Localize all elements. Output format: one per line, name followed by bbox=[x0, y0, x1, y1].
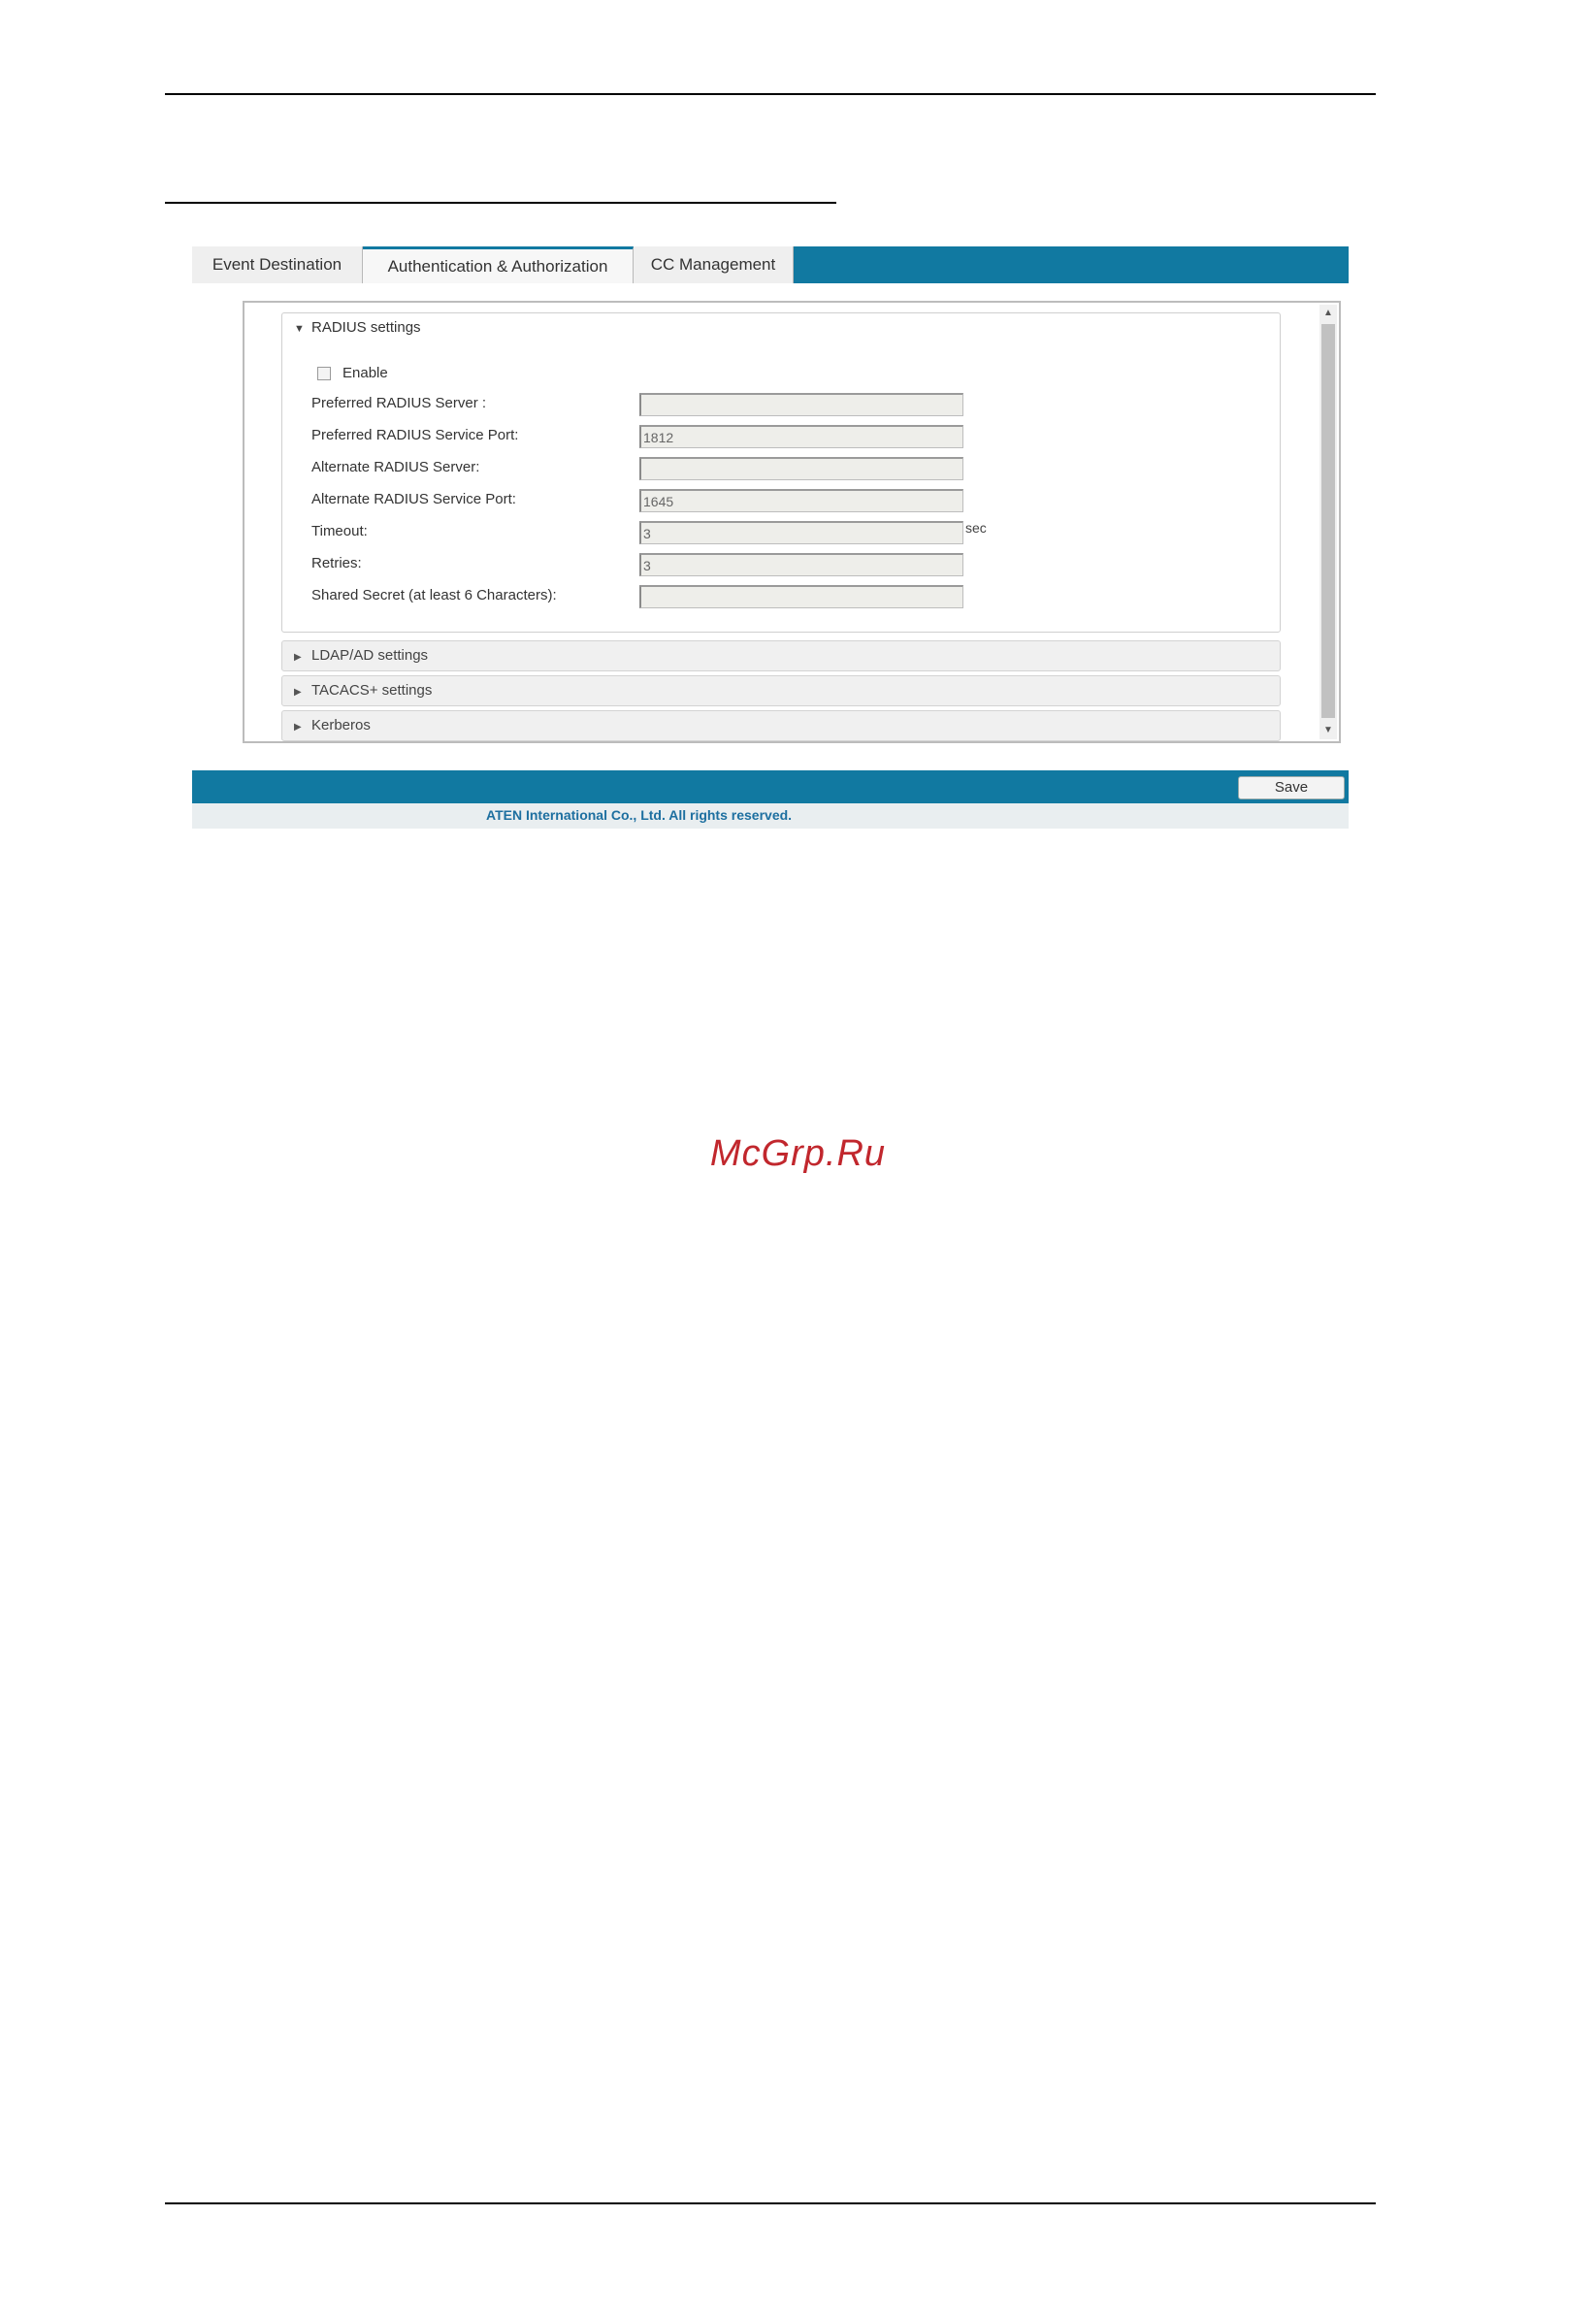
tacacs-label: TACACS+ settings bbox=[311, 682, 433, 699]
ldap-ad-section-header[interactable]: ▶ LDAP/AD settings bbox=[281, 640, 1281, 671]
shared-secret-input[interactable] bbox=[639, 585, 963, 608]
kerberos-label: Kerberos bbox=[311, 717, 371, 733]
tab-cc-management[interactable]: CC Management bbox=[634, 246, 794, 283]
timeout-input[interactable] bbox=[639, 521, 963, 544]
radius-section: ▼ RADIUS settings Enable Preferred RADIUS… bbox=[281, 312, 1281, 633]
tacacs-section-title: ▶ TACACS+ settings bbox=[294, 676, 432, 707]
preferred-radius-port-label: Preferred RADIUS Service Port: bbox=[311, 427, 519, 443]
enable-checkbox[interactable] bbox=[317, 367, 331, 381]
retries-input[interactable] bbox=[639, 553, 963, 576]
alternate-radius-port-label: Alternate RADIUS Service Port: bbox=[311, 491, 516, 507]
alternate-radius-port-input[interactable] bbox=[639, 489, 963, 512]
caret-right-icon: ▶ bbox=[294, 722, 302, 733]
alternate-radius-server-input[interactable] bbox=[639, 457, 963, 480]
ldap-ad-section-title: ▶ LDAP/AD settings bbox=[294, 641, 428, 672]
tab-authentication-authorization[interactable]: Authentication & Authorization bbox=[363, 246, 634, 283]
preferred-radius-server-input[interactable] bbox=[639, 393, 963, 416]
alternate-radius-server-label: Alternate RADIUS Server: bbox=[311, 459, 480, 475]
tab-event-destination[interactable]: Event Destination bbox=[192, 246, 363, 283]
save-button[interactable]: Save bbox=[1238, 776, 1345, 799]
vertical-scrollbar[interactable]: ▲ ▼ bbox=[1319, 305, 1337, 739]
copyright-text: ATEN International Co., Ltd. All rights … bbox=[486, 807, 793, 823]
preferred-radius-server-label: Preferred RADIUS Server : bbox=[311, 395, 487, 411]
caret-down-icon: ▼ bbox=[294, 323, 305, 335]
shared-secret-label: Shared Secret (at least 6 Characters): bbox=[311, 587, 557, 603]
retries-label: Retries: bbox=[311, 555, 362, 571]
caret-right-icon: ▶ bbox=[294, 652, 302, 663]
preferred-radius-port-input[interactable] bbox=[639, 425, 963, 448]
top-rule bbox=[165, 93, 1376, 95]
app-screenshot: Event Destination Authentication & Autho… bbox=[192, 246, 1349, 829]
radius-section-title: RADIUS settings bbox=[311, 319, 421, 336]
timeout-label: Timeout: bbox=[311, 523, 368, 539]
scroll-down-arrow-icon[interactable]: ▼ bbox=[1319, 722, 1337, 739]
heading-rule bbox=[165, 202, 836, 204]
kerberos-section-title: ▶ Kerberos bbox=[294, 711, 371, 742]
bottom-rule bbox=[165, 2202, 1376, 2204]
enable-row: Enable bbox=[317, 364, 388, 383]
settings-panel: ▼ RADIUS settings Enable Preferred RADIUS… bbox=[243, 301, 1341, 743]
scroll-up-arrow-icon[interactable]: ▲ bbox=[1319, 305, 1337, 322]
copyright-footer: ATEN International Co., Ltd. All rights … bbox=[192, 803, 1349, 829]
enable-label: Enable bbox=[342, 365, 388, 381]
radius-section-header[interactable]: ▼ RADIUS settings bbox=[294, 313, 421, 342]
kerberos-section-header[interactable]: ▶ Kerberos bbox=[281, 710, 1281, 741]
timeout-unit: sec bbox=[965, 520, 987, 536]
scroll-thumb[interactable] bbox=[1321, 324, 1335, 718]
tacacs-section-header[interactable]: ▶ TACACS+ settings bbox=[281, 675, 1281, 706]
tab-bar: Event Destination Authentication & Autho… bbox=[192, 246, 1349, 283]
caret-right-icon: ▶ bbox=[294, 687, 302, 698]
ldap-ad-label: LDAP/AD settings bbox=[311, 647, 429, 664]
action-bar: Save bbox=[192, 770, 1349, 803]
watermark: McGrp.Ru bbox=[709, 1133, 887, 1174]
